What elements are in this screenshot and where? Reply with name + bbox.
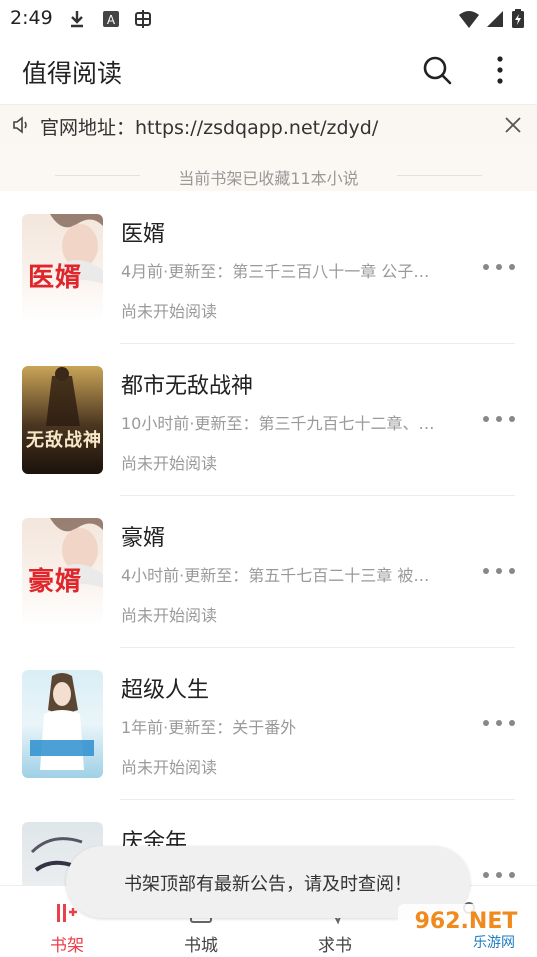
more-horiz-icon[interactable] (482, 414, 516, 424)
more-horiz-icon[interactable] (482, 870, 516, 880)
status-bar: 2:49 A (0, 0, 537, 38)
bug-icon (135, 10, 151, 28)
shelf-count-bar: 当前书架已收藏11本小说 (0, 145, 537, 191)
book-title: 豪婿 (121, 526, 166, 551)
book-update: 4小时前·更新至：第五千七百二十三章 被… (121, 566, 430, 585)
book-status: 尚未开始阅读 (121, 302, 218, 321)
search-icon[interactable] (421, 54, 453, 86)
page-title: 值得阅读 (22, 59, 123, 88)
more-horiz-icon[interactable] (482, 262, 516, 272)
book-cover: 豪婿 (22, 518, 103, 626)
speaker-icon (13, 116, 27, 134)
wifi-icon (459, 11, 479, 28)
tab-label: 求书 (318, 936, 352, 956)
book-item[interactable]: 豪婿 豪婿 4小时前·更新至：第五千七百二十三章 被… 尚未开始阅读 (0, 496, 537, 648)
status-time: 2:49 (10, 7, 53, 29)
more-horiz-icon[interactable] (482, 566, 516, 576)
shelf-count-text: 当前书架已收藏11本小说 (178, 169, 359, 188)
font-a-icon: A (103, 11, 119, 27)
svg-text:A: A (107, 13, 116, 27)
signal-icon (487, 11, 503, 27)
book-cover: 医婿 (22, 214, 103, 322)
watermark-text: 962.NET (415, 909, 518, 934)
book-status: 尚未开始阅读 (121, 758, 218, 777)
book-status: 尚未开始阅读 (121, 606, 218, 625)
cover-title: 豪婿 (28, 567, 83, 597)
download-icon (71, 11, 83, 28)
book-cover: 无敌战神 (22, 366, 103, 474)
book-cover (22, 670, 103, 778)
close-icon[interactable] (503, 115, 523, 135)
notice-banner[interactable]: 官网地址：https://zsdqapp.net/zdyd/ (0, 104, 537, 145)
tab-label: 书城 (184, 936, 218, 956)
book-title: 都市无敌战神 (121, 374, 254, 399)
book-title: 医婿 (121, 222, 166, 247)
cover-title: 无敌战神 (26, 430, 102, 451)
watermark-logo: 962.NET 乐游网 (398, 904, 532, 952)
book-item[interactable]: 医婿 医婿 4月前·更新至：第三千三百八十一章 公子… 尚未开始阅读 (0, 192, 537, 344)
notice-text: 官网地址：https://zsdqapp.net/zdyd/ (40, 117, 379, 139)
book-status: 尚未开始阅读 (121, 454, 218, 473)
more-horiz-icon[interactable] (482, 718, 516, 728)
cover-title: 医婿 (28, 263, 83, 293)
app-bar: 值得阅读 (0, 38, 537, 104)
book-update: 1年前·更新至：关于番外 (121, 718, 297, 737)
battery-icon (512, 9, 524, 28)
book-item[interactable]: 无敌战神 都市无敌战神 10小时前·更新至：第三千九百七十二章、… 尚未开始阅读 (0, 344, 537, 496)
toast-text: 书架顶部有最新公告，请及时查阅！ (124, 874, 412, 895)
more-vert-icon[interactable] (488, 54, 512, 86)
tab-label: 书架 (50, 936, 84, 956)
book-title: 超级人生 (121, 678, 210, 703)
watermark-subtext: 乐游网 (473, 935, 515, 951)
book-item[interactable]: 超级人生 1年前·更新至：关于番外 尚未开始阅读 (0, 648, 537, 800)
book-update: 4月前·更新至：第三千三百八十一章 公子… (121, 262, 430, 281)
book-update: 10小时前·更新至：第三千九百七十二章、… (121, 414, 435, 433)
